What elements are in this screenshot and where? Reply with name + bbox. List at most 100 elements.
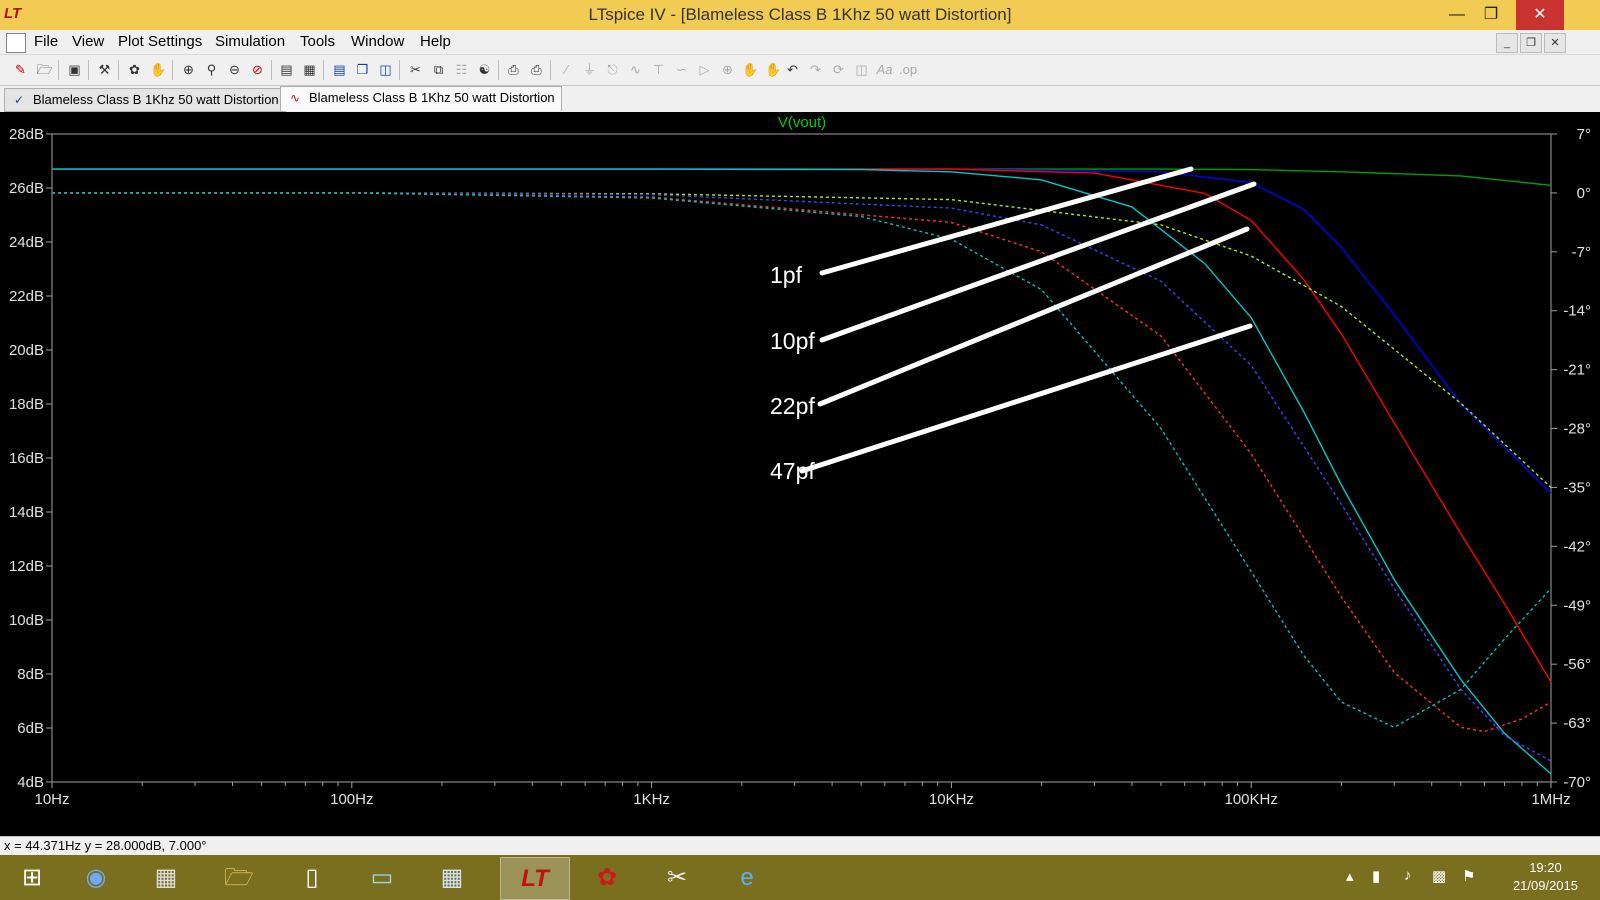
y-right-tick-label: -14° <box>1563 303 1591 320</box>
move-icon[interactable]: ✋ <box>742 61 759 78</box>
clock[interactable]: 19:20 21/09/2015 <box>1513 859 1578 895</box>
cut-icon[interactable]: ✂ <box>407 61 424 78</box>
document-icon[interactable]: ▯ <box>280 857 344 898</box>
run-icon[interactable]: ✿ <box>126 61 143 78</box>
annotation-47pf: 47pf <box>770 458 815 484</box>
annotation-line-47pf <box>799 323 1253 474</box>
zoom-area-icon[interactable]: ⚲ <box>203 61 220 78</box>
remote-desktop-icon[interactable]: ◉ <box>64 857 128 898</box>
resistor-icon[interactable]: ∿ <box>627 61 644 78</box>
notepad-icon[interactable]: ▭ <box>350 857 414 898</box>
copy-icon[interactable]: ⧉ <box>430 61 447 78</box>
volume-icon[interactable]: ♪ <box>1404 867 1412 884</box>
document-menu-icon[interactable] <box>6 33 26 53</box>
menu-simulation[interactable]: Simulation <box>215 33 285 50</box>
show-hidden-icons-icon[interactable]: ▴ <box>1346 867 1354 885</box>
inductor-icon[interactable]: ∽ <box>673 61 690 78</box>
trace-magnitude-2[interactable] <box>52 168 1552 683</box>
save-icon[interactable]: ▣ <box>66 61 83 78</box>
x-tick-label: 1MHz <box>1531 791 1570 808</box>
tab-schematic[interactable]: ✓ Blameless Class B 1Khz 50 watt Distort… <box>4 88 286 112</box>
rotate-icon[interactable]: ⟳ <box>830 61 847 78</box>
start-icon[interactable]: ⊞ <box>0 857 64 898</box>
y-left-tick-label: 4dB <box>17 774 44 791</box>
paste-icon[interactable]: ☷ <box>453 61 470 78</box>
x-tick-label: 10Hz <box>34 791 69 808</box>
title-bar: LT LTspice IV - [Blameless Class B 1Khz … <box>0 0 1600 30</box>
autorange-icon[interactable]: ▤ <box>278 61 295 78</box>
ground-icon[interactable]: ⏚ <box>581 61 598 78</box>
wire-icon[interactable]: ∕ <box>558 61 575 78</box>
zoom-in-icon[interactable]: ⊕ <box>180 61 197 78</box>
calculator-icon[interactable]: ▦ <box>420 857 484 898</box>
x-tick-label: 1KHz <box>633 791 670 808</box>
zoom-cancel-icon[interactable]: ⊘ <box>249 61 266 78</box>
tab-waveform[interactable]: ∿ Blameless Class B 1Khz 50 watt Distort… <box>280 86 562 111</box>
action-center-flag-icon[interactable]: ⚑ <box>1462 867 1475 885</box>
bode-plot-svg[interactable]: 28dB 26dB 24dB 22dB 20dB 18dB 16dB 14dB 12dB 10dB… <box>0 113 1600 836</box>
cascade-icon[interactable]: ❐ <box>354 61 371 78</box>
tab-label: Blameless Class B 1Khz 50 watt Distortio… <box>309 90 555 105</box>
mirror-icon[interactable]: ◫ <box>853 61 870 78</box>
capacitor-icon[interactable]: ⊤ <box>650 61 667 78</box>
mdi-restore-button[interactable]: ❐ <box>1520 33 1542 53</box>
spice-directive-icon[interactable]: .op <box>899 61 917 78</box>
tile-horizontal-icon[interactable]: ▤ <box>331 61 348 78</box>
menu-plot-settings[interactable]: Plot Settings <box>118 33 202 50</box>
mdi-minimize-button[interactable]: _ <box>1496 33 1518 53</box>
toolbar-separator <box>172 60 173 80</box>
file-explorer-icon[interactable]: 🗁 <box>207 857 271 898</box>
component-icon[interactable]: ⊕ <box>719 61 736 78</box>
close-button[interactable]: ✕ <box>1516 0 1564 30</box>
y-left-tick-label: 12dB <box>9 558 44 575</box>
waveform-plot[interactable]: 28dB 26dB 24dB 22dB 20dB 18dB 16dB 14dB 12dB 10dB… <box>0 113 1600 836</box>
menu-help[interactable]: Help <box>420 33 451 50</box>
text-icon[interactable]: Aa <box>876 61 893 78</box>
redo-icon[interactable]: ↷ <box>807 61 824 78</box>
pan-icon[interactable]: ✋ <box>150 61 167 78</box>
close-icon: ✕ <box>1533 6 1547 23</box>
y-left-tick-label: 24dB <box>9 234 44 251</box>
ltspice-icon[interactable]: LT <box>500 857 570 900</box>
diode-icon[interactable]: ▷ <box>696 61 713 78</box>
menu-view[interactable]: View <box>72 33 104 50</box>
signal-icon[interactable]: ▩ <box>1432 867 1446 885</box>
x-tick-label: 10KHz <box>929 791 974 808</box>
y-right-tick-label: -7° <box>1572 244 1591 261</box>
control-panel-icon[interactable]: ⚒ <box>96 61 113 78</box>
print-icon[interactable]: ⎙ <box>528 61 545 78</box>
menu-bar: File View Plot Settings Simulation Tools… <box>0 30 1600 55</box>
tile-vertical-icon[interactable]: ◫ <box>377 61 394 78</box>
x-tick-label: 100KHz <box>1225 791 1278 808</box>
waveform-icon: ∿ <box>289 91 301 105</box>
toolbar-separator <box>323 60 324 80</box>
menu-file[interactable]: File <box>34 33 58 50</box>
trace-magnitude-0[interactable] <box>52 168 1552 186</box>
internet-explorer-icon[interactable]: e <box>715 857 779 898</box>
menu-window[interactable]: Window <box>351 33 404 50</box>
firewall-icon[interactable]: ▦ <box>134 857 198 898</box>
y-left-tick-label: 16dB <box>9 450 44 467</box>
print-preview-icon[interactable]: ⎙ <box>505 61 522 78</box>
new-schematic-icon[interactable]: ✎ <box>12 61 29 78</box>
y-right-tick-label: -42° <box>1563 538 1591 555</box>
mdi-close-button[interactable]: ✕ <box>1544 33 1566 53</box>
annotation-1pf: 1pf <box>770 262 803 288</box>
grid-icon[interactable]: ▦ <box>301 61 318 78</box>
find-icon[interactable]: ☯ <box>476 61 493 78</box>
maximize-button[interactable]: ❐ <box>1468 0 1514 30</box>
menu-tools[interactable]: Tools <box>300 33 335 50</box>
y-left-tick-label: 22dB <box>9 288 44 305</box>
y-right-tick-label: 7° <box>1577 126 1591 143</box>
toolbar-separator <box>271 60 272 80</box>
snipping-tool-icon[interactable]: ✂ <box>645 857 709 898</box>
battery-icon[interactable]: ▮ <box>1372 867 1380 885</box>
zoom-out-icon[interactable]: ⊖ <box>226 61 243 78</box>
games-icon[interactable]: ✿ <box>575 857 639 898</box>
open-icon[interactable]: 🗁 <box>36 61 53 78</box>
undo-icon[interactable]: ↶ <box>784 61 801 78</box>
trace-label[interactable]: V(vout) <box>778 114 826 131</box>
toolbar-separator <box>399 60 400 80</box>
drag-icon[interactable]: ✋ <box>765 61 782 78</box>
label-icon[interactable]: ⎋ <box>604 61 621 78</box>
